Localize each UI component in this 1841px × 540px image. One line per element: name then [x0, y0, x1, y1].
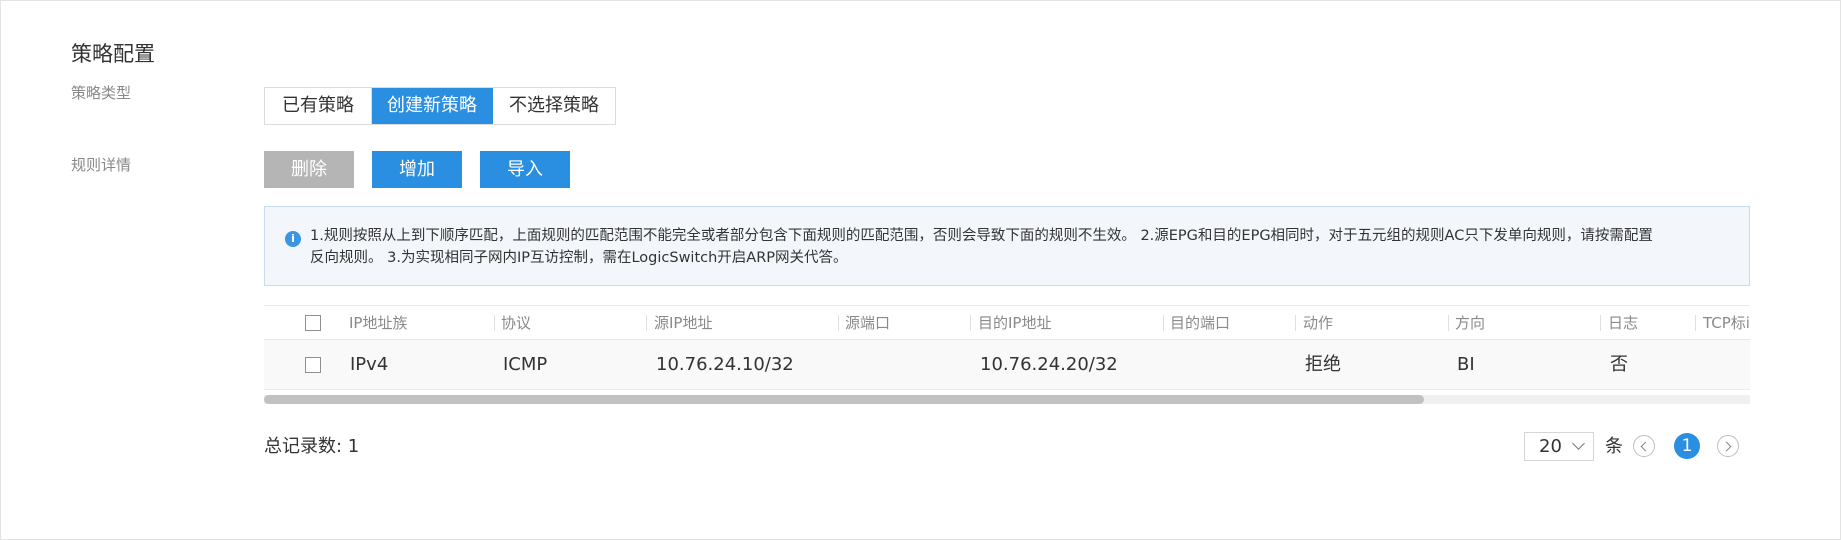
cell-ip-family: IPv4 — [350, 354, 389, 375]
cell-direction: BI — [1457, 354, 1475, 375]
notice-line-1: 1.规则按照从上到下顺序匹配，上面规则的匹配范围不能完全或者部分包含下面规则的匹… — [310, 228, 1653, 244]
column-separator — [1295, 315, 1296, 331]
column-header-action: 动作 — [1303, 314, 1334, 332]
total-records: 总记录数: 1 — [264, 436, 360, 457]
policy-option-existing[interactable]: 已有策略 — [265, 88, 372, 124]
cell-dst-ip: 10.76.24.20/32 — [980, 354, 1118, 375]
notice-box: i 1.规则按照从上到下顺序匹配，上面规则的匹配范围不能完全或者部分包含下面规则… — [264, 206, 1750, 286]
page-size-select[interactable]: 20 — [1524, 432, 1594, 461]
page-number-current[interactable]: 1 — [1674, 433, 1700, 459]
column-separator — [494, 315, 495, 331]
chevron-left-icon — [1640, 441, 1651, 452]
policy-type-label: 策略类型 — [71, 84, 132, 102]
chevron-down-icon — [1572, 437, 1585, 450]
column-separator — [1163, 315, 1164, 331]
column-header-dst-ip: 目的IP地址 — [978, 314, 1052, 332]
import-button[interactable]: 导入 — [480, 151, 570, 188]
column-separator — [970, 315, 971, 331]
prev-page-button[interactable] — [1633, 435, 1655, 457]
column-separator — [838, 315, 839, 331]
policy-option-none[interactable]: 不选择策略 — [493, 88, 615, 124]
table-header: IP地址族 协议 源IP地址 源端口 目的IP地址 目的端口 动作 方向 日志 … — [264, 305, 1750, 340]
column-header-tcp-flag: TCP标i — [1703, 314, 1750, 332]
column-header-src-port: 源端口 — [845, 314, 891, 332]
column-header-src-ip: 源IP地址 — [654, 314, 713, 332]
page-size-unit: 条 — [1605, 436, 1623, 457]
delete-button[interactable]: 删除 — [264, 151, 354, 188]
select-all-checkbox[interactable] — [305, 315, 321, 331]
column-separator — [1600, 315, 1601, 331]
cell-log: 否 — [1610, 354, 1628, 375]
column-header-dst-port: 目的端口 — [1170, 314, 1231, 332]
notice-text: 1.规则按照从上到下顺序匹配，上面规则的匹配范围不能完全或者部分包含下面规则的匹… — [310, 225, 1730, 269]
rule-details-label: 规则详情 — [71, 156, 132, 174]
page-size-value: 20 — [1539, 436, 1562, 457]
info-icon: i — [285, 231, 301, 247]
row-checkbox[interactable] — [305, 357, 321, 373]
policy-type-segmented-control: 已有策略 创建新策略 不选择策略 — [264, 87, 616, 125]
column-header-direction: 方向 — [1455, 314, 1486, 332]
horizontal-scrollbar-thumb[interactable] — [264, 395, 1424, 404]
column-separator — [1448, 315, 1449, 331]
next-page-button[interactable] — [1717, 435, 1739, 457]
notice-line-2: 反向规则。 3.为实现相同子网内IP互访控制，需在LogicSwitch开启AR… — [310, 250, 848, 266]
column-separator — [646, 315, 647, 331]
rules-table: IP地址族 协议 源IP地址 源端口 目的IP地址 目的端口 动作 方向 日志 … — [264, 305, 1750, 405]
table-row[interactable]: IPv4 ICMP 10.76.24.10/32 10.76.24.20/32 … — [264, 340, 1750, 390]
add-button[interactable]: 增加 — [372, 151, 462, 188]
cell-action: 拒绝 — [1305, 354, 1341, 375]
chevron-right-icon — [1721, 441, 1732, 452]
section-title: 策略配置 — [71, 42, 155, 66]
cell-protocol: ICMP — [503, 354, 548, 375]
column-header-ip-family: IP地址族 — [349, 314, 408, 332]
column-separator — [1695, 315, 1696, 331]
policy-option-create-new[interactable]: 创建新策略 — [372, 88, 493, 124]
cell-src-ip: 10.76.24.10/32 — [656, 354, 794, 375]
column-header-log: 日志 — [1608, 314, 1639, 332]
column-header-protocol: 协议 — [501, 314, 532, 332]
